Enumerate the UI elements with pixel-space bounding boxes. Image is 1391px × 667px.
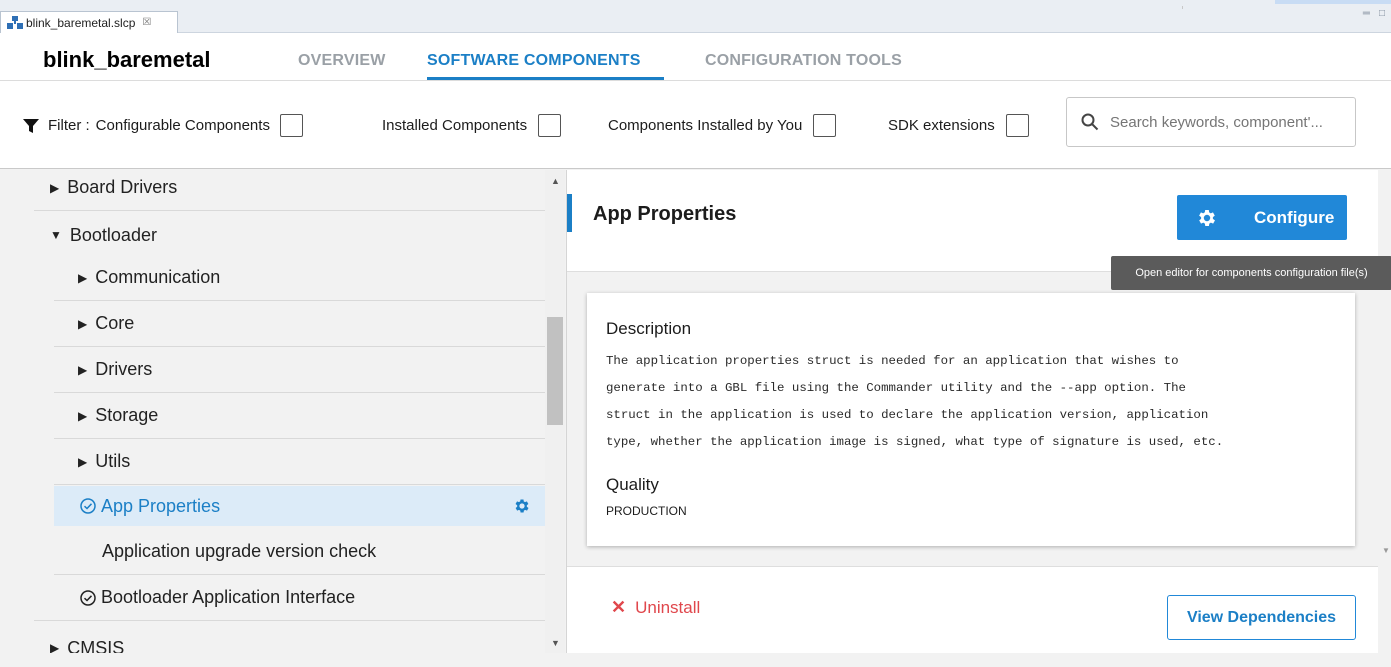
description-heading: Description [606,319,692,338]
filter-installed-by-you: Components Installed by You [608,114,837,137]
project-title: blink_baremetal [43,47,211,72]
tree-item-label: Bootloader [69,224,157,245]
configure-tooltip: Open editor for components configuration… [1111,256,1391,290]
configure-label: Configure [1254,207,1335,227]
filter-sdk-extensions-label: SDK extensions [888,117,995,134]
expand-arrow-icon: ▶ [50,641,60,653]
detail-footer: ✕ Uninstall View Dependencies [567,566,1378,653]
quality-value: PRODUCTION [606,504,687,518]
filter-installed-by-you-label: Components Installed by You [608,117,803,134]
filter-configurable: Filter : Configurable Components [23,114,303,137]
project-header: blink_baremetal OVERVIEW SOFTWARE COMPON… [0,33,1391,81]
view-dependencies-button[interactable]: View Dependencies [1167,595,1356,640]
component-title: App Properties [593,203,737,225]
component-description: The application properties struct is nee… [606,354,1224,449]
component-detail-panel: App Properties Configure Description The… [566,170,1391,667]
tree-item-board-drivers[interactable]: ▶ Board Drivers [34,170,545,211]
tab-close-icon[interactable]: ☒ [142,17,151,28]
sdk-extensions-checkbox[interactable] [1005,114,1029,137]
tree-item-label: Board Drivers [67,177,178,197]
detail-scrollbar[interactable]: ▼ [1378,272,1391,667]
expand-arrow-icon: ▶ [78,454,88,469]
editor-tab-label: blink_baremetal.slcp [26,15,136,30]
expand-arrow-icon: ▶ [78,316,88,331]
tree-item-app-upgrade-version-check[interactable]: Application upgrade version check [54,529,545,575]
expand-arrow-icon: ▶ [50,180,60,195]
search-placeholder: Search keywords, component'... [1110,113,1323,131]
configure-button[interactable]: Configure [1177,195,1347,240]
installed-components-checkbox[interactable] [538,114,562,137]
tab-strip-accent [1275,0,1391,4]
collapse-arrow-icon: ▼ [50,228,62,242]
tree-item-bootloader-app-interface[interactable]: Bootloader Application Interface [34,575,545,621]
active-tab-underline [427,77,664,80]
tree-item-label: Utils [95,451,131,471]
expand-arrow-icon: ▶ [78,408,88,423]
tree-scrollbar-thumb[interactable] [547,317,563,425]
tab-software-components[interactable]: SOFTWARE COMPONENTS [427,52,641,70]
tree-item-bootloader[interactable]: ▼ Bootloader [34,212,545,258]
maximize-icon[interactable]: □ [1379,8,1385,19]
tree-item-label: Core [95,313,135,333]
expand-arrow-icon: ▶ [78,270,88,285]
scroll-down-arrow-icon[interactable]: ▼ [551,638,560,648]
editor-tab-strip: blink_baremetal.slcp ☒ ═ □ [0,0,1391,33]
tree-item-app-properties[interactable]: App Properties [54,486,545,526]
window-controls: ═ □ [1363,8,1385,19]
title-accent-bar [567,194,572,232]
configure-gear-icon[interactable] [513,497,531,515]
close-icon: ✕ [611,597,627,617]
tree-item-label: Communication [95,267,221,287]
filter-sdk-extensions: SDK extensions [888,114,1029,137]
filter-bar: Filter : Configurable Components Install… [0,81,1391,169]
tab-configuration-tools[interactable]: CONFIGURATION TOOLS [705,52,902,70]
configurable-components-checkbox[interactable] [279,114,303,137]
installed-by-you-checkbox[interactable] [813,114,837,137]
tree-item-label: Bootloader Application Interface [101,587,356,607]
scroll-up-arrow-icon[interactable]: ▲ [551,176,560,186]
tree-item-communication[interactable]: ▶ Communication [54,255,545,301]
search-input[interactable]: Search keywords, component'... [1066,97,1356,147]
filter-installed-label: Installed Components [382,117,528,134]
tree-item-drivers[interactable]: ▶ Drivers [54,347,545,393]
gear-icon [1196,207,1218,229]
tree-item-utils[interactable]: ▶ Utils [54,439,545,485]
installed-check-icon [80,498,96,514]
quality-heading: Quality [606,475,659,494]
tree-item-label: Application upgrade version check [102,541,377,561]
component-info-card: Description The application properties s… [587,293,1355,546]
scroll-down-arrow-icon[interactable]: ▼ [1382,546,1390,555]
installed-check-icon [80,589,96,606]
component-tree: ▶ Board Drivers ▼ Bootloader ▶ Communica… [0,170,565,653]
search-icon [1081,113,1099,131]
tree-item-core[interactable]: ▶ Core [54,301,545,347]
editor-tab-slcp[interactable]: blink_baremetal.slcp ☒ [0,11,178,33]
tree-item-label: App Properties [101,495,221,516]
uninstall-button[interactable]: ✕ Uninstall [611,597,700,618]
filter-installed: Installed Components [382,114,562,137]
tab-overview[interactable]: OVERVIEW [298,52,386,70]
tree-item-label: Drivers [95,359,153,379]
filter-label: Filter : [48,117,90,134]
project-file-icon [7,15,23,30]
filter-icon [23,118,39,134]
expand-arrow-icon: ▶ [78,362,88,377]
tree-item-storage[interactable]: ▶ Storage [54,393,545,439]
uninstall-label: Uninstall [635,597,701,617]
tree-item-cmsis[interactable]: ▶ CMSIS [34,625,545,654]
tab-strip-tick [1182,6,1183,9]
tree-item-label: Storage [95,405,159,425]
tree-item-label: CMSIS [67,637,125,654]
filter-configurable-label: Configurable Components [95,117,270,134]
minimize-icon[interactable]: ═ [1363,8,1370,19]
